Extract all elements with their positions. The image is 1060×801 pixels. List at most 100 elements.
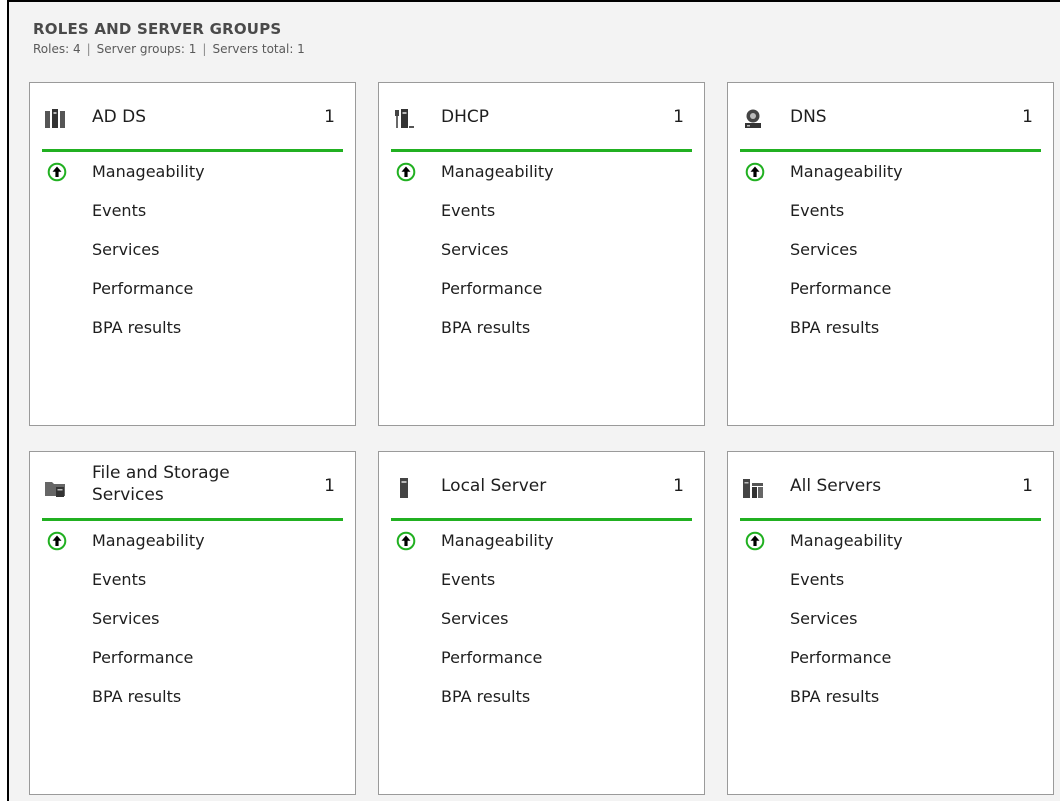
- tile-header[interactable]: Local Server 1: [391, 452, 692, 521]
- separator: |: [86, 42, 91, 56]
- tile-count[interactable]: 1: [1022, 107, 1033, 127]
- row-services[interactable]: Services: [30, 231, 355, 270]
- tile-count[interactable]: 1: [324, 107, 335, 127]
- tile-header[interactable]: File and Storage Services 1: [42, 452, 343, 521]
- panel-header: ROLES AND SERVER GROUPS Roles: 4 | Server …: [33, 20, 305, 56]
- row-performance[interactable]: Performance: [379, 270, 704, 309]
- tile-dns[interactable]: DNS 1 Manageability Events Services Perf…: [727, 82, 1054, 426]
- row-manageability[interactable]: Manageability: [379, 522, 704, 561]
- row-label: Performance: [92, 279, 194, 298]
- row-performance[interactable]: Performance: [30, 270, 355, 309]
- dns-icon: [745, 109, 761, 128]
- tile-header[interactable]: All Servers 1: [740, 452, 1041, 521]
- row-events[interactable]: Events: [728, 192, 1053, 231]
- tile-header[interactable]: DHCP 1: [391, 83, 692, 152]
- row-label: Services: [92, 240, 160, 259]
- up-arrow-status-icon: [745, 162, 765, 182]
- up-arrow-status-icon: [396, 162, 416, 182]
- row-label: Performance: [92, 648, 194, 667]
- row-label: Events: [441, 570, 496, 589]
- tile-all-servers[interactable]: All Servers 1 Manageability Events Servi…: [727, 451, 1054, 795]
- tile-header[interactable]: DNS 1: [740, 83, 1041, 152]
- row-label: Events: [92, 201, 147, 220]
- row-manageability[interactable]: Manageability: [30, 522, 355, 561]
- row-label: Manageability: [441, 162, 554, 181]
- row-performance[interactable]: Performance: [379, 639, 704, 678]
- servers-total-count: Servers total: 1: [212, 42, 305, 56]
- row-label: Events: [92, 570, 147, 589]
- row-label: BPA results: [441, 687, 531, 706]
- row-bpa-results[interactable]: BPA results: [30, 678, 355, 717]
- row-events[interactable]: Events: [30, 561, 355, 600]
- up-arrow-status-icon: [47, 162, 67, 182]
- row-label: Events: [790, 201, 845, 220]
- row-bpa-results[interactable]: BPA results: [379, 678, 704, 717]
- tile-title[interactable]: Local Server: [441, 474, 546, 498]
- row-label: BPA results: [790, 318, 880, 337]
- ad-ds-icon: [45, 109, 65, 128]
- row-label: Services: [92, 609, 160, 628]
- all-servers-icon: [743, 479, 763, 498]
- row-label: BPA results: [92, 318, 182, 337]
- row-label: Manageability: [790, 531, 903, 550]
- tile-count[interactable]: 1: [1022, 476, 1033, 496]
- row-label: Events: [790, 570, 845, 589]
- row-performance[interactable]: Performance: [30, 639, 355, 678]
- row-events[interactable]: Events: [379, 192, 704, 231]
- tile-title[interactable]: DHCP: [441, 105, 489, 129]
- tile-title[interactable]: All Servers: [790, 474, 881, 498]
- row-services[interactable]: Services: [728, 231, 1053, 270]
- row-label: Services: [441, 240, 509, 259]
- tile-local-server[interactable]: Local Server 1 Manageability Events Serv…: [378, 451, 705, 795]
- row-bpa-results[interactable]: BPA results: [728, 309, 1053, 348]
- tile-ad-ds[interactable]: AD DS 1 Manageability Events Services Pe…: [29, 82, 356, 426]
- row-label: BPA results: [441, 318, 531, 337]
- roles-panel: ROLES AND SERVER GROUPS Roles: 4 | Server …: [7, 0, 1060, 801]
- row-events[interactable]: Events: [728, 561, 1053, 600]
- row-manageability[interactable]: Manageability: [30, 153, 355, 192]
- tile-count[interactable]: 1: [324, 476, 335, 496]
- tile-title[interactable]: DNS: [790, 105, 827, 129]
- row-performance[interactable]: Performance: [728, 639, 1053, 678]
- row-services[interactable]: Services: [379, 231, 704, 270]
- row-performance[interactable]: Performance: [728, 270, 1053, 309]
- row-services[interactable]: Services: [728, 600, 1053, 639]
- file-storage-icon: [45, 482, 65, 497]
- row-label: BPA results: [92, 687, 182, 706]
- server-groups-count: Server groups: 1: [96, 42, 197, 56]
- tile-header[interactable]: AD DS 1: [42, 83, 343, 152]
- row-label: Performance: [441, 648, 543, 667]
- up-arrow-status-icon: [745, 531, 765, 551]
- row-manageability[interactable]: Manageability: [379, 153, 704, 192]
- local-server-icon: [400, 478, 408, 498]
- row-events[interactable]: Events: [30, 192, 355, 231]
- tile-title[interactable]: AD DS: [92, 105, 146, 129]
- up-arrow-status-icon: [396, 531, 416, 551]
- tile-file-and-storage-services[interactable]: File and Storage Services 1 Manageabilit…: [29, 451, 356, 795]
- row-label: BPA results: [790, 687, 880, 706]
- row-manageability[interactable]: Manageability: [728, 153, 1053, 192]
- page-title: ROLES AND SERVER GROUPS: [33, 20, 282, 38]
- tile-count[interactable]: 1: [673, 107, 684, 127]
- row-bpa-results[interactable]: BPA results: [728, 678, 1053, 717]
- row-manageability[interactable]: Manageability: [728, 522, 1053, 561]
- tile-title[interactable]: File and Storage Services: [92, 462, 262, 506]
- row-services[interactable]: Services: [30, 600, 355, 639]
- row-label: Manageability: [441, 531, 554, 550]
- row-label: Performance: [441, 279, 543, 298]
- row-label: Events: [441, 201, 496, 220]
- row-events[interactable]: Events: [379, 561, 704, 600]
- row-label: Manageability: [92, 162, 205, 181]
- roles-count: Roles: 4: [33, 42, 81, 56]
- row-label: Services: [790, 609, 858, 628]
- row-label: Services: [790, 240, 858, 259]
- tile-dhcp[interactable]: DHCP 1 Manageability Events Services Per…: [378, 82, 705, 426]
- row-label: Manageability: [790, 162, 903, 181]
- row-bpa-results[interactable]: BPA results: [30, 309, 355, 348]
- row-bpa-results[interactable]: BPA results: [379, 309, 704, 348]
- row-label: Performance: [790, 279, 892, 298]
- row-services[interactable]: Services: [379, 600, 704, 639]
- tile-count[interactable]: 1: [673, 476, 684, 496]
- separator: |: [202, 42, 207, 56]
- row-label: Performance: [790, 648, 892, 667]
